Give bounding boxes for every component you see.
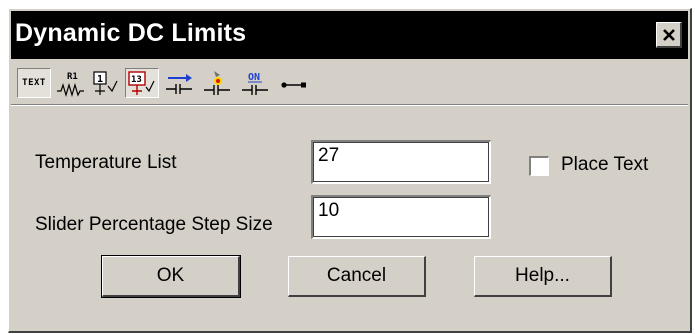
device-state-icon: ON	[242, 72, 268, 95]
node-number-icon: 1	[93, 71, 118, 95]
toolbar-power-button[interactable]	[201, 68, 235, 98]
help-button[interactable]: Help...	[474, 256, 612, 297]
node-voltage-icon: 13	[128, 71, 155, 95]
toolbar-resistor-label-button[interactable]: R1	[53, 68, 87, 98]
resistor-label-icon: R1	[57, 72, 84, 97]
toolbar-state-button[interactable]: ON	[239, 68, 273, 98]
svg-text:R1: R1	[67, 72, 78, 82]
toolbar-pin-button[interactable]	[277, 68, 311, 98]
power-dissipation-icon	[204, 71, 230, 95]
current-arrow-icon	[166, 74, 192, 94]
temperature-list-label: Temperature List	[35, 152, 177, 173]
toolbar-node-number-button[interactable]: 1	[89, 68, 123, 98]
text-mode-icon: TEXT	[22, 78, 46, 88]
slider-step-size-input[interactable]: 10	[311, 195, 491, 239]
toolbar: TEXT R1 1 13 ON	[11, 62, 688, 106]
cancel-button[interactable]: Cancel	[288, 256, 426, 297]
place-text-checkbox[interactable]	[529, 156, 549, 176]
close-button[interactable]	[656, 22, 682, 48]
title-bar[interactable]: Dynamic DC Limits	[11, 11, 688, 59]
dynamic-dc-limits-dialog: Dynamic DC Limits TEXT R1 1 13 ON Temper…	[8, 8, 692, 333]
svg-text:ON: ON	[248, 72, 260, 83]
svg-text:1: 1	[97, 74, 103, 85]
temperature-list-input[interactable]: 27	[311, 140, 491, 184]
toolbar-current-button[interactable]	[163, 68, 197, 98]
window-title: Dynamic DC Limits	[15, 19, 247, 47]
svg-text:13: 13	[131, 75, 142, 85]
pin-connection-icon	[281, 82, 306, 88]
toolbar-node-voltage-button[interactable]: 13	[125, 68, 159, 98]
place-text-label: Place Text	[561, 154, 649, 175]
close-icon	[662, 28, 675, 41]
ok-button[interactable]: OK	[101, 255, 241, 298]
slider-step-size-label: Slider Percentage Step Size	[35, 214, 273, 235]
toolbar-text-button[interactable]: TEXT	[17, 68, 51, 98]
